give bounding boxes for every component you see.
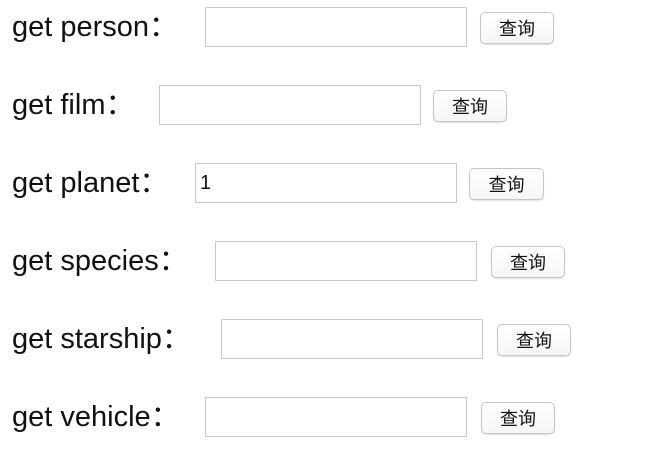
starship-input[interactable] (221, 319, 483, 359)
starship-label: get starship： (12, 323, 191, 355)
starship-query-button[interactable]: 查询 (497, 324, 571, 356)
vehicle-label: get vehicle： (12, 401, 180, 433)
query-row-starship: get starship： 查询 (0, 319, 662, 359)
person-label: get person： (12, 11, 179, 43)
query-row-film: get film： 查询 (0, 85, 662, 125)
species-label: get species： (12, 245, 188, 277)
film-query-button[interactable]: 查询 (433, 90, 507, 122)
species-input[interactable] (215, 241, 477, 281)
person-input[interactable] (205, 7, 467, 47)
planet-label: get planet： (12, 167, 169, 199)
film-input[interactable] (159, 85, 421, 125)
planet-input[interactable] (195, 163, 457, 203)
query-row-person: get person： 查询 (0, 7, 662, 47)
planet-query-button[interactable]: 查询 (469, 168, 544, 200)
vehicle-query-button[interactable]: 查询 (481, 402, 555, 434)
person-query-button[interactable]: 查询 (480, 12, 554, 44)
query-row-planet: get planet： 查询 (0, 163, 662, 203)
query-row-vehicle: get vehicle： 查询 (0, 397, 662, 437)
film-label: get film： (12, 89, 135, 121)
query-row-species: get species： 查询 (0, 241, 662, 281)
vehicle-input[interactable] (205, 397, 467, 437)
species-query-button[interactable]: 查询 (491, 246, 565, 278)
